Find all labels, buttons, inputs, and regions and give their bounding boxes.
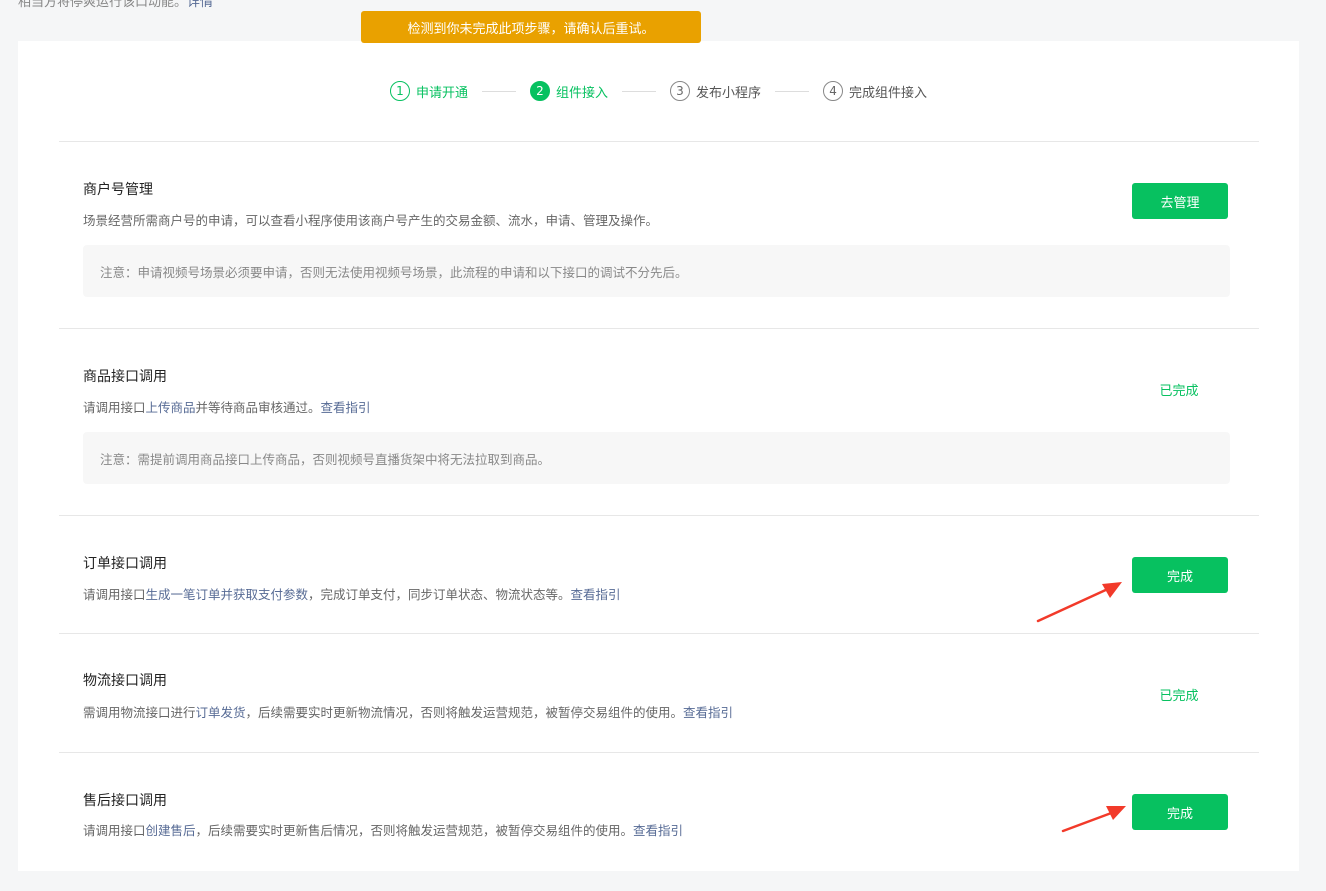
main-card: 1 申请开通 2 组件接入 3 发布小程序 4 完成组件接入 商户号管理 场景经… <box>18 41 1299 871</box>
manage-button[interactable]: 去管理 <box>1132 183 1228 219</box>
section-note: 注意：需提前调用商品接口上传商品，否则视频号直播货架中将无法拉取到商品。 <box>83 432 1230 484</box>
desc-text: ，完成订单支付，同步订单状态、物流状态等。 <box>308 587 571 602</box>
desc-text: 请调用接口 <box>83 400 146 415</box>
complete-button[interactable]: 完成 <box>1132 794 1228 830</box>
guide-link[interactable]: 查看指引 <box>683 705 733 720</box>
desc-highlight: 创建售后 <box>145 823 196 838</box>
stepper: 1 申请开通 2 组件接入 3 发布小程序 4 完成组件接入 <box>18 79 1299 103</box>
desc-text: 请调用接口 <box>83 587 146 602</box>
step-finish: 4 完成组件接入 <box>823 81 927 101</box>
step-label: 完成组件接入 <box>849 85 928 101</box>
section-aftersale: 售后接口调用 请调用接口创建售后，后续需要实时更新售后情况，否则将触发运营规范，… <box>59 752 1259 871</box>
top-cut-label: 相当方将停爽运行该口动能。 <box>18 0 188 10</box>
desc-text: ，后续需要实时更新物流情况，否则将触发运营规范，被暂停交易组件的使用。 <box>245 705 684 720</box>
desc-text: 请调用接口 <box>83 823 146 838</box>
desc-text: 需调用物流接口进行 <box>83 705 196 720</box>
section-order: 订单接口调用 请调用接口生成一笔订单并获取支付参数，完成订单支付，同步订单状态、… <box>59 515 1259 633</box>
completed-status: 已完成 <box>1159 689 1199 704</box>
desc-text: 并等待商品审核通过。 <box>195 400 321 415</box>
step-divider <box>622 90 656 92</box>
section-note: 注意：申请视频号场景必须要申请，否则无法使用视频号场景，此流程的申请和以下接口的… <box>83 245 1230 297</box>
guide-link[interactable]: 查看指引 <box>571 587 621 602</box>
section-title: 商户号管理 <box>83 182 153 198</box>
step-number: 1 <box>389 81 410 101</box>
complete-button[interactable]: 完成 <box>1132 557 1228 593</box>
step-apply: 1 申请开通 <box>389 81 468 101</box>
section-logistics: 物流接口调用 需调用物流接口进行订单发货，后续需要实时更新物流情况，否则将触发运… <box>59 633 1259 752</box>
guide-link[interactable]: 查看指引 <box>321 400 371 415</box>
section-title: 订单接口调用 <box>83 556 167 572</box>
section-desc: 请调用接口创建售后，后续需要实时更新售后情况，否则将触发运营规范，被暂停交易组件… <box>83 820 683 839</box>
section-desc: 请调用接口生成一笔订单并获取支付参数，完成订单支付，同步订单状态、物流状态等。查… <box>83 584 621 603</box>
step-label: 组件接入 <box>555 85 608 101</box>
section-title: 售后接口调用 <box>83 793 167 809</box>
desc-text: ，后续需要实时更新售后情况，否则将触发运营规范，被暂停交易组件的使用。 <box>195 823 634 838</box>
warning-toast: 检测到你未完成此项步骤，请确认后重试。 <box>361 11 701 43</box>
desc-highlight: 上传商品 <box>145 400 196 415</box>
step-number: 2 <box>529 81 550 101</box>
desc-highlight: 生成一笔订单并获取支付参数 <box>145 587 309 602</box>
step-number: 3 <box>670 81 690 101</box>
desc-highlight: 订单发货 <box>195 705 246 720</box>
step-divider <box>481 90 516 92</box>
top-cut-text: 相当方将停爽运行该口动能。详情 <box>18 0 213 10</box>
step-label: 发布小程序 <box>696 85 762 101</box>
section-product: 商品接口调用 请调用接口上传商品并等待商品审核通过。查看指引 注意：需提前调用商… <box>59 328 1259 515</box>
section-desc: 需调用物流接口进行订单发货，后续需要实时更新物流情况，否则将触发运营规范，被暂停… <box>83 702 733 721</box>
guide-link[interactable]: 查看指引 <box>633 823 683 838</box>
step-number: 4 <box>823 81 844 101</box>
section-desc: 场景经营所需商户号的申请，可以查看小程序使用该商户号产生的交易金额、流水，申请、… <box>83 213 659 228</box>
section-title: 商品接口调用 <box>83 369 167 385</box>
section-title: 物流接口调用 <box>83 673 167 689</box>
step-label: 申请开通 <box>415 85 468 101</box>
section-desc: 请调用接口上传商品并等待商品审核通过。查看指引 <box>83 397 371 416</box>
details-link[interactable]: 详情 <box>187 0 213 10</box>
step-integrate: 2 组件接入 <box>529 81 608 101</box>
step-publish: 3 发布小程序 <box>670 81 761 101</box>
step-divider <box>775 90 810 92</box>
section-merchant: 商户号管理 场景经营所需商户号的申请，可以查看小程序使用该商户号产生的交易金额、… <box>59 141 1259 328</box>
completed-status: 已完成 <box>1159 384 1199 399</box>
